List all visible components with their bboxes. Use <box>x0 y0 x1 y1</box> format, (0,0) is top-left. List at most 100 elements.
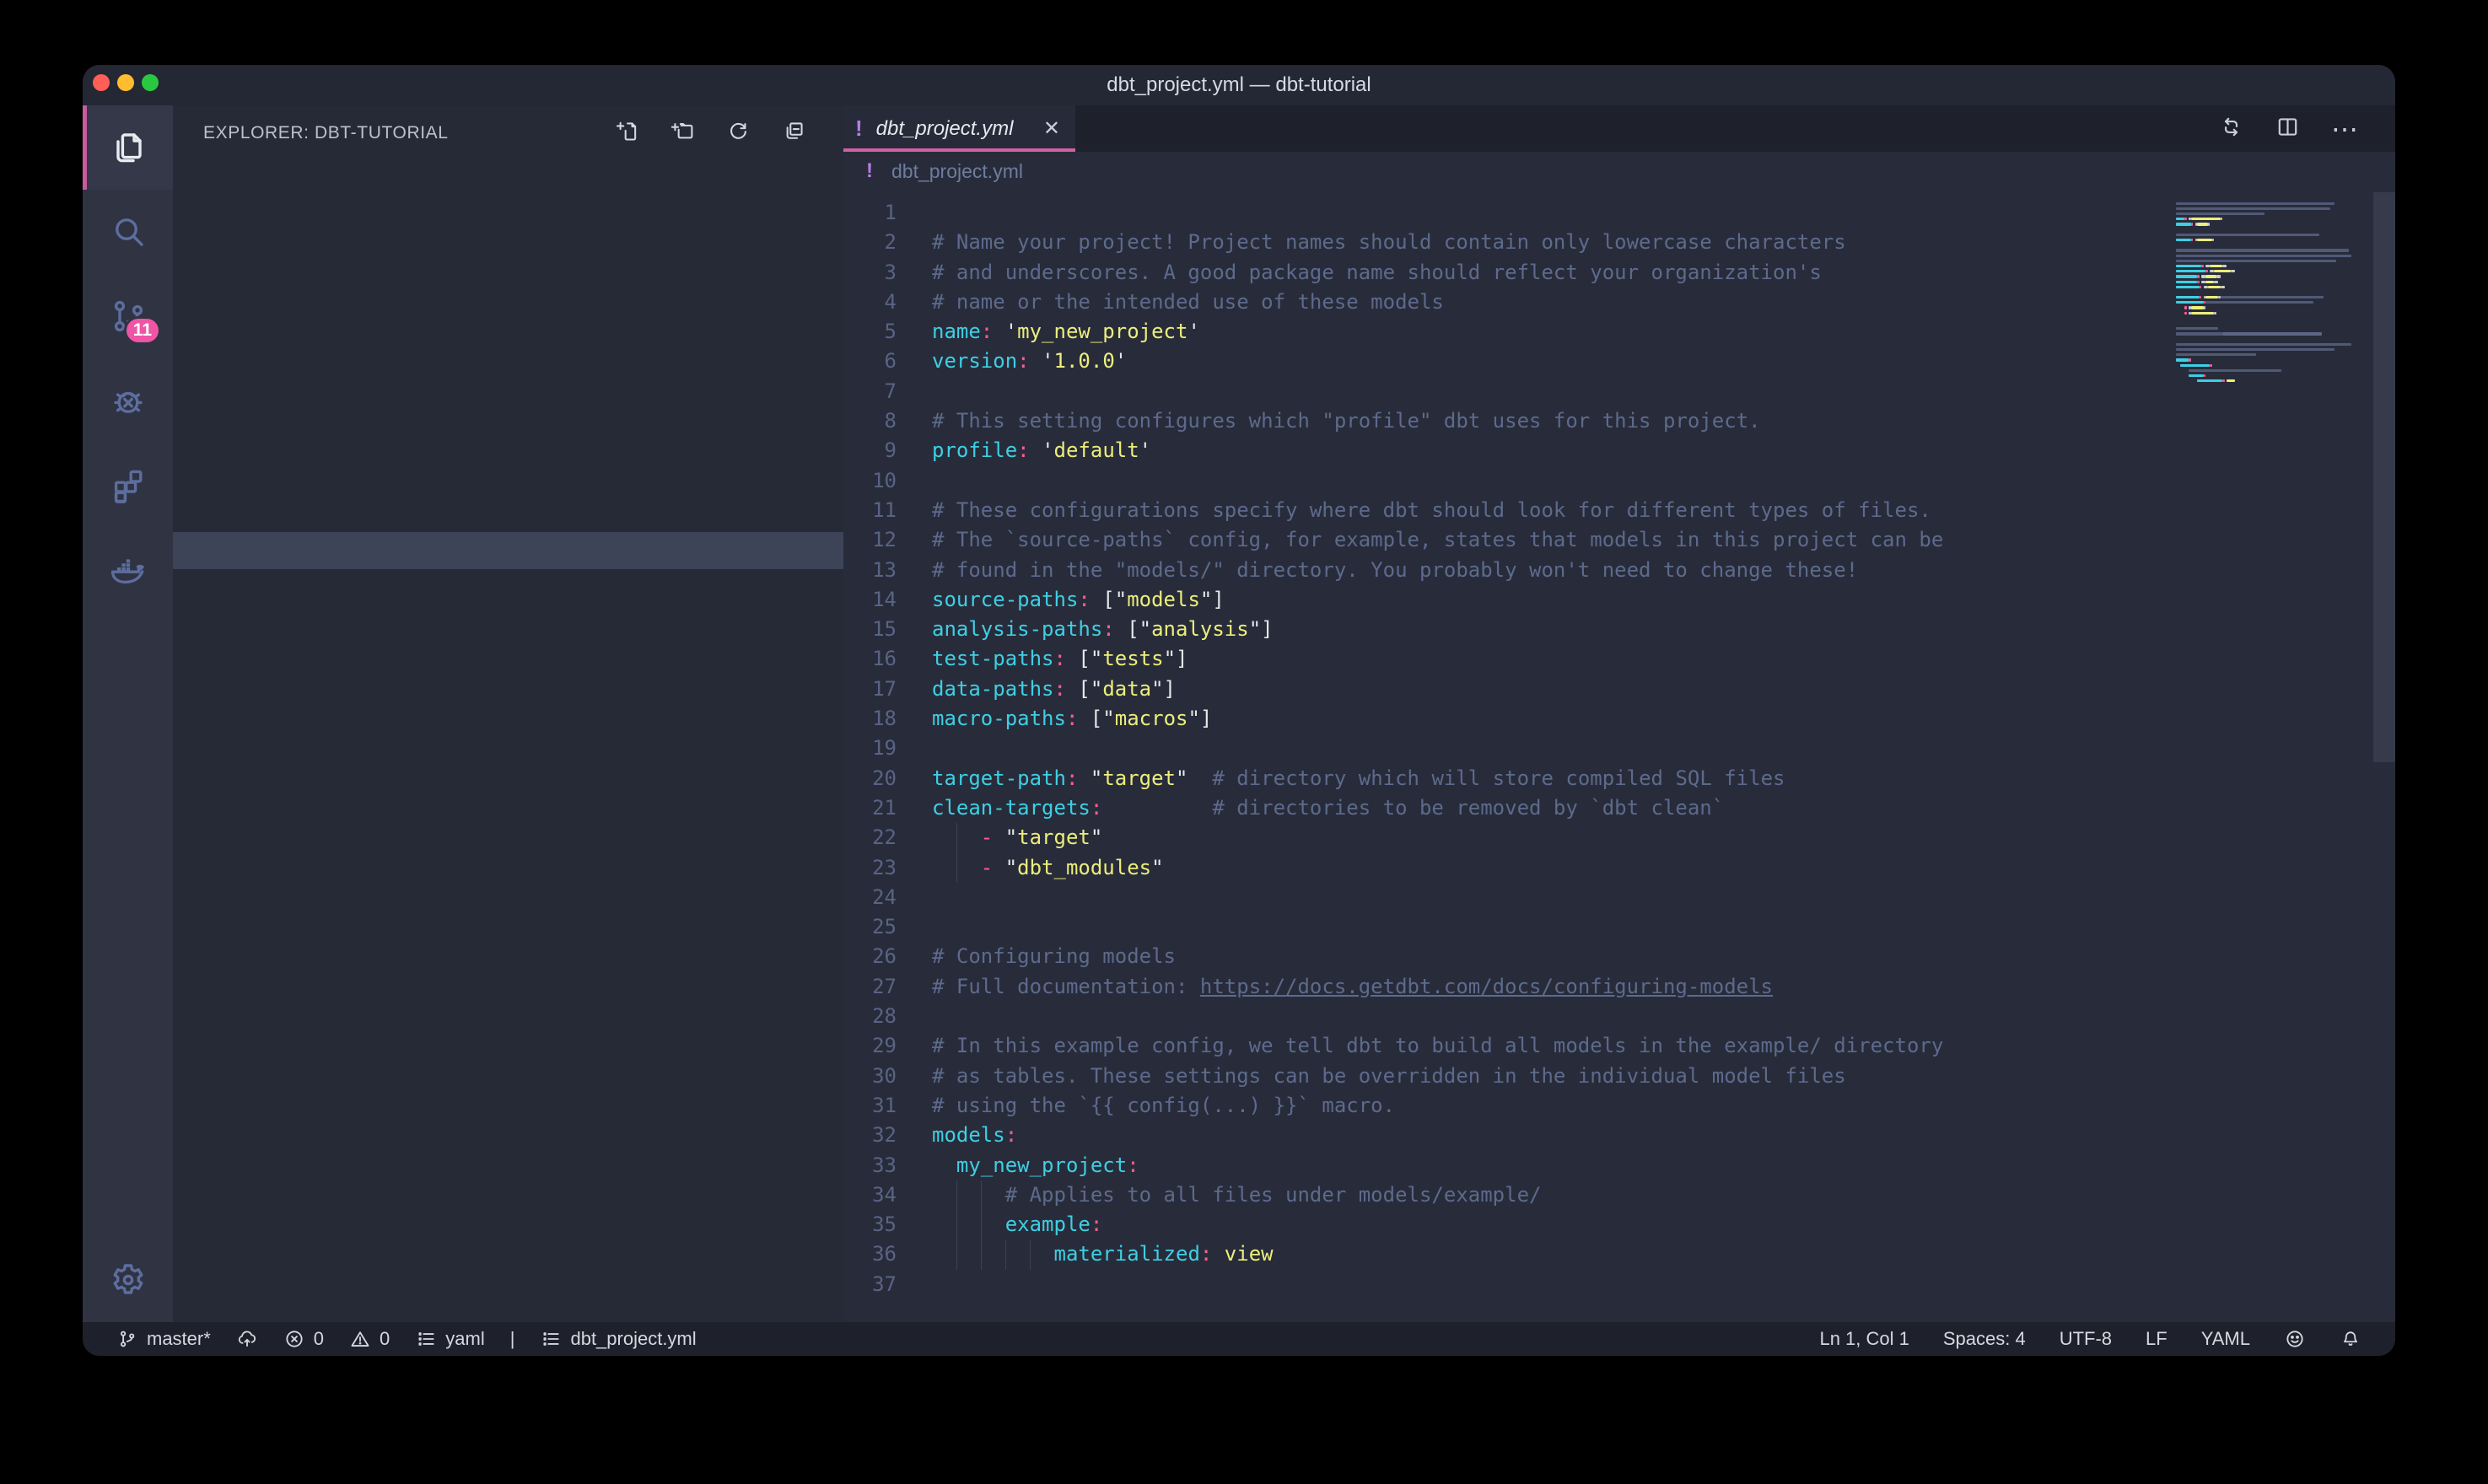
code-line-11[interactable]: # These configurations specify where dbt… <box>932 496 2395 525</box>
code-line-12[interactable]: # The `source-paths` config, for example… <box>932 525 2395 555</box>
code-line-34[interactable]: # Applies to all files under models/exam… <box>932 1180 2395 1210</box>
status-list-icon[interactable]: yaml <box>415 1328 484 1350</box>
indent-guide <box>981 1239 982 1269</box>
code-line-27[interactable]: # Full documentation: https://docs.getdb… <box>932 972 2395 1002</box>
code-line-35[interactable]: example: <box>932 1210 2395 1239</box>
status-smiley-icon[interactable] <box>2284 1328 2306 1350</box>
code-line-28[interactable] <box>932 1002 2395 1031</box>
status-branch-icon[interactable]: master* <box>116 1328 211 1350</box>
activity-extensions-icon[interactable] <box>83 443 173 527</box>
collapse-all-icon[interactable] <box>782 119 806 148</box>
zoom-window-button[interactable] <box>142 74 159 91</box>
line-number: 31 <box>843 1091 897 1121</box>
activity-debug-icon[interactable] <box>83 358 173 443</box>
line-number: 12 <box>843 525 897 555</box>
window-title: dbt_project.yml — dbt-tutorial <box>1107 73 1371 97</box>
code-line-24[interactable] <box>932 883 2395 912</box>
code-line-30[interactable]: # as tables. These settings can be overr… <box>932 1062 2395 1091</box>
status-lf[interactable]: LF <box>2146 1328 2168 1350</box>
file--gitignore[interactable] <box>173 606 843 643</box>
folder-tests[interactable] <box>173 532 843 569</box>
code-line-8[interactable]: # This setting configures which "profile… <box>932 406 2395 436</box>
activity-bar: 11 <box>83 105 173 1322</box>
activity-gear-icon[interactable] <box>83 1238 173 1322</box>
code-line-32[interactable]: models: <box>932 1121 2395 1150</box>
status-spaces-4[interactable]: Spaces: 4 <box>1943 1328 2026 1350</box>
activity-search-icon[interactable] <box>83 190 173 274</box>
breadcrumb[interactable]: ! dbt_project.yml <box>843 152 2395 191</box>
folder-data[interactable] <box>173 235 843 272</box>
code-line-17[interactable]: data-paths: ["data"] <box>932 675 2395 704</box>
folder-macros[interactable] <box>173 309 843 347</box>
code-line-29[interactable]: # In this example config, we tell dbt to… <box>932 1031 2395 1061</box>
code-line-9[interactable]: profile: 'default' <box>932 436 2395 465</box>
status-yaml[interactable]: YAML <box>2201 1328 2250 1350</box>
tab-close-icon[interactable]: ✕ <box>1040 116 1064 141</box>
line-number: 24 <box>843 883 897 912</box>
code-line-23[interactable]: - "dbt_modules" <box>932 853 2395 883</box>
line-number: 16 <box>843 644 897 674</box>
file-my-first-dbt-model-sql[interactable] <box>173 421 843 458</box>
title-bar: dbt_project.yml — dbt-tutorial <box>83 65 2395 105</box>
refresh-icon[interactable] <box>726 119 751 148</box>
code-line-36[interactable]: materialized: view <box>932 1239 2395 1269</box>
new-folder-icon[interactable] <box>670 119 695 148</box>
line-number: 18 <box>843 704 897 734</box>
line-number: 27 <box>843 972 897 1002</box>
split-editor-icon[interactable] <box>2275 114 2301 144</box>
indent-guide <box>1005 1239 1006 1269</box>
yml-warning-icon: ! <box>866 159 873 183</box>
activity-source-control-icon[interactable]: 11 <box>83 274 173 358</box>
line-number: 17 <box>843 675 897 704</box>
indent-guide <box>956 823 957 852</box>
code-line-31[interactable]: # using the `{{ config(...) }}` macro. <box>932 1091 2395 1121</box>
line-number: 35 <box>843 1210 897 1239</box>
code-line-10[interactable] <box>932 466 2395 496</box>
code-line-15[interactable]: analysis-paths: ["analysis"] <box>932 615 2395 644</box>
file--gitkeep[interactable] <box>173 569 843 606</box>
code-line-16[interactable]: test-paths: ["tests"] <box>932 644 2395 674</box>
code-line-22[interactable]: - "target" <box>932 823 2395 852</box>
more-actions-icon[interactable]: ⋯ <box>2331 113 2360 145</box>
status-bell-icon[interactable] <box>2340 1328 2361 1350</box>
line-number: 28 <box>843 1002 897 1031</box>
status-list-icon[interactable]: dbt_project.yml <box>540 1328 696 1350</box>
status-utf-8[interactable]: UTF-8 <box>2060 1328 2112 1350</box>
code-line-20[interactable]: target-path: "target" # directory which … <box>932 764 2395 793</box>
file-dbt-project-yml[interactable] <box>173 643 843 680</box>
file--gitkeep[interactable] <box>173 272 843 309</box>
code-line-14[interactable]: source-paths: ["models"] <box>932 585 2395 615</box>
activity-docker-icon[interactable] <box>83 527 173 611</box>
compare-icon[interactable] <box>2218 114 2244 144</box>
folder-analysis[interactable] <box>173 161 843 198</box>
status-error-icon[interactable]: 0 <box>283 1328 324 1350</box>
file-my-second-dbt-model-sql[interactable] <box>173 458 843 495</box>
code-line-13[interactable]: # found in the "models/" directory. You … <box>932 556 2395 585</box>
code-line-26[interactable]: # Configuring models <box>932 942 2395 971</box>
status-cloud-upload-icon[interactable] <box>236 1328 258 1350</box>
code-line-25[interactable] <box>932 912 2395 942</box>
file-readme-md[interactable] <box>173 680 843 718</box>
line-number: 37 <box>843 1270 897 1299</box>
close-window-button[interactable] <box>93 74 110 91</box>
code-line-19[interactable] <box>932 734 2395 763</box>
code-line-18[interactable]: macro-paths: ["macros"] <box>932 704 2395 734</box>
line-number: 1 <box>843 198 897 228</box>
minimize-window-button[interactable] <box>117 74 134 91</box>
tab-dbt-project-yml[interactable]: ! dbt_project.yml ✕ <box>843 105 1075 152</box>
new-file-icon[interactable] <box>615 119 639 148</box>
scrollbar-thumb[interactable] <box>2373 192 2395 762</box>
code-line-33[interactable]: my_new_project: <box>932 1151 2395 1180</box>
code-line-37[interactable] <box>932 1270 2395 1299</box>
minimap[interactable] <box>2176 196 2372 389</box>
activity-files-icon[interactable] <box>83 105 173 190</box>
file--gitkeep[interactable] <box>173 198 843 235</box>
file-schema-yml[interactable] <box>173 495 843 532</box>
line-number: 14 <box>843 585 897 615</box>
status-warning-icon[interactable]: 0 <box>349 1328 390 1350</box>
code-line-21[interactable]: clean-targets: # directories to be remov… <box>932 793 2395 823</box>
status-ln-1-col-1[interactable]: Ln 1, Col 1 <box>1819 1328 1909 1350</box>
folder-models-example[interactable] <box>173 384 843 421</box>
file--gitkeep[interactable] <box>173 347 843 384</box>
tab-bar: ! dbt_project.yml ✕ ⋯ <box>843 105 2395 152</box>
